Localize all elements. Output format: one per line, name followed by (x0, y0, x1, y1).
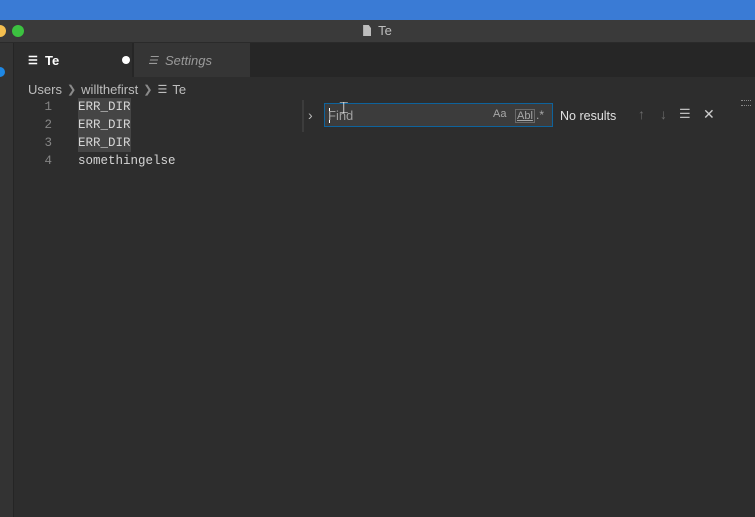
line-number: 3 (44, 136, 52, 150)
find-input[interactable] (328, 106, 478, 124)
line-text[interactable]: somethingelse (78, 152, 176, 170)
breadcrumb-item-willthefirst[interactable]: willthefirst (81, 82, 138, 97)
tab-label: Settings (165, 52, 212, 68)
find-result-count: No results (560, 109, 617, 123)
activity-indicator-icon[interactable] (0, 67, 5, 77)
match-case-icon[interactable]: Aa (493, 108, 506, 120)
line-text[interactable]: ERR_DIR (78, 116, 131, 134)
activity-bar (0, 43, 14, 517)
editor-area: ☰ Te ☰ Settings Users ❯ willthefirst ❯ ☰… (14, 43, 755, 517)
find-widget: › Aa Abl .* No results ↑ ↓ ☰ ✕ (302, 100, 744, 132)
find-input-box: Aa Abl .* (324, 103, 553, 127)
breadcrumb: Users ❯ willthefirst ❯ ☰ Te (28, 80, 186, 98)
unsaved-indicator-icon[interactable] (122, 56, 130, 64)
breadcrumb-item-te[interactable]: Te (172, 82, 186, 97)
close-icon[interactable]: ✕ (703, 106, 715, 123)
chevron-right-icon: ❯ (143, 83, 153, 96)
toggle-replace-chevron-icon[interactable]: › (308, 107, 313, 123)
next-match-arrow-down-icon[interactable]: ↓ (660, 106, 667, 122)
lines-file-icon: ☰ (148, 54, 158, 67)
lines-file-icon: ☰ (157, 83, 168, 96)
breadcrumb-item-users[interactable]: Users (28, 82, 62, 97)
line-number: 1 (44, 100, 52, 114)
line-number: 2 (44, 118, 52, 132)
chevron-right-icon: ❯ (66, 83, 77, 96)
text-cursor-ibeam-icon: ⌶ (339, 98, 349, 117)
desktop-background (0, 0, 755, 20)
use-regex-icon[interactable]: .* (536, 108, 544, 122)
window-titlebar: Te (0, 20, 755, 43)
document-icon (363, 25, 372, 36)
tab-bar: ☰ Te ☰ Settings (14, 43, 755, 77)
previous-match-arrow-up-icon[interactable]: ↑ (638, 106, 645, 122)
lines-file-icon: ☰ (28, 54, 38, 67)
tab-settings[interactable]: ☰ Settings (134, 43, 250, 77)
tab-label: Te (45, 52, 60, 68)
code-line[interactable]: 3 ERR_DIR (14, 134, 755, 152)
line-text[interactable]: ERR_DIR (78, 134, 131, 152)
window-title: Te (0, 23, 755, 38)
line-text[interactable]: ERR_DIR (78, 98, 131, 116)
minimap-icon[interactable] (741, 100, 751, 106)
tab-te[interactable]: ☰ Te (14, 43, 132, 77)
find-in-selection-icon[interactable]: ☰ (679, 106, 691, 122)
code-line[interactable]: 4 somethingelse (14, 152, 755, 170)
match-whole-word-icon[interactable]: Abl (515, 109, 535, 123)
line-number: 4 (44, 154, 52, 168)
